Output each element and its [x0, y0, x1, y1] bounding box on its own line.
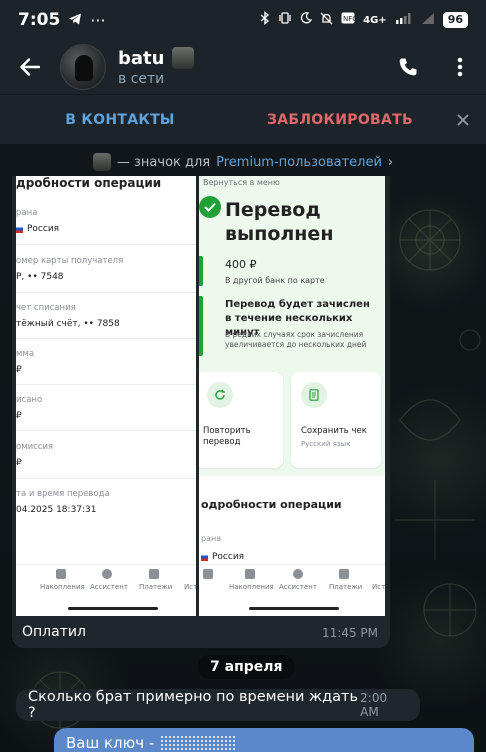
block-user-button[interactable]: ЗАБЛОКИРОВАТЬ [240, 112, 440, 128]
left-row: мма ₽ [16, 349, 35, 375]
savings-icon [245, 569, 255, 579]
receipt-icon [301, 382, 327, 408]
green-accent [199, 296, 203, 356]
nfc-icon: NFC [341, 12, 357, 28]
left-row: рана Россия [16, 208, 60, 234]
chevron-right-icon: › [387, 154, 394, 170]
transfer-notice-sub: В редких случаях срок зачисления увеличи… [225, 330, 367, 349]
status-time: 7:05 [18, 10, 61, 30]
premium-hint-prefix: — значок для [116, 154, 211, 170]
status-bar: 7:05 ··· NFC 4G+ 96 [0, 0, 486, 40]
message-text: Сколько брат примерно по времени ждать ? [28, 689, 358, 721]
network-type: 4G+ [363, 14, 387, 26]
message-time: 2:00 AM [360, 691, 388, 719]
message-text: Ваш ключ - [66, 734, 155, 752]
message-time: 11:45 PM [322, 626, 378, 640]
emoji-status-icon[interactable] [172, 47, 195, 69]
battery-indicator: 96 [442, 12, 468, 28]
avatar[interactable] [60, 44, 106, 90]
add-contact-button[interactable]: В КОНТАКТЫ [0, 112, 240, 128]
back-button[interactable] [0, 40, 60, 94]
spoiler-hidden-text[interactable] [160, 735, 237, 752]
divider [16, 430, 196, 431]
premium-link[interactable]: Premium-пользователей [216, 155, 382, 170]
premium-hint[interactable]: — значок для Premium-пользователей › [0, 144, 486, 180]
save-receipt-card: Сохранить чек Русский язык [291, 372, 381, 468]
divider [16, 244, 196, 245]
svg-text:NFC: NFC [343, 15, 355, 23]
left-row: омер карты получателя Р, •• 7548 [16, 256, 124, 282]
assistant-icon [102, 569, 112, 579]
incoming-message[interactable]: Сколько брат примерно по времени ждать ?… [16, 689, 420, 721]
history-icon [203, 569, 213, 579]
signal-icon-2 [421, 12, 435, 28]
transfer-done-title: Перевод выполнен [225, 199, 334, 245]
call-button[interactable] [382, 40, 434, 94]
divider [16, 478, 196, 479]
bluetooth-icon [260, 11, 270, 29]
russia-flag-icon [201, 553, 208, 561]
more-vertical-icon [457, 57, 463, 77]
left-bottom-nav: Накопления Ассистент Платежи Исто [16, 564, 196, 616]
back-to-menu: Вернуться в меню [203, 178, 280, 187]
payments-icon [149, 569, 159, 579]
receipt-screenshot-left: дробности операции рана Россия омер карт… [16, 176, 196, 616]
vibrate-icon [278, 12, 292, 28]
home-indicator [249, 607, 339, 610]
telegram-icon [68, 11, 82, 30]
arrow-left-icon [20, 58, 40, 76]
emoji-status-icon-small [92, 153, 111, 171]
chat-header: batu в сети [0, 40, 486, 94]
date-separator: 7 апреля [198, 655, 295, 679]
transfer-amount: 400 ₽ [225, 258, 257, 271]
left-row: чет списания тёжный счёт, •• 7858 [16, 303, 120, 329]
assistant-icon [293, 569, 303, 579]
close-icon [457, 113, 469, 126]
right-bottom-nav: Накопления Ассистент Платежи Исто [199, 564, 385, 616]
russia-flag-icon [16, 225, 23, 233]
phone-icon [399, 58, 417, 76]
transfer-amount-sub: В другой банк по карте [225, 276, 325, 285]
repeat-transfer-card: Повторить перевод [199, 372, 283, 468]
online-status: в сети [118, 71, 165, 87]
alarm-off-icon [320, 12, 333, 29]
savings-icon [56, 569, 66, 579]
home-indicator [68, 607, 158, 610]
left-row: та и время перевода 04.2025 18:37:31 [16, 489, 110, 515]
close-bar-button[interactable] [440, 113, 486, 126]
left-title: дробности операции [16, 176, 162, 190]
left-row: омиссия ₽ [16, 442, 54, 468]
left-row: исано ₽ [16, 395, 43, 421]
photo-message[interactable]: дробности операции рана Россия омер карт… [12, 176, 390, 648]
chat-title-block[interactable]: batu в сети [118, 47, 195, 87]
divider [16, 338, 196, 339]
green-accent [199, 256, 203, 286]
divider [16, 292, 196, 293]
receipt-screenshot-right: Вернуться в меню Перевод выполнен 400 ₽ … [199, 176, 385, 616]
photo-caption: Оплатил [22, 624, 86, 640]
moon-icon [300, 12, 313, 28]
contact-name: batu [118, 47, 165, 69]
divider [16, 384, 196, 385]
more-menu-button[interactable] [434, 40, 486, 94]
signal-icon [395, 12, 413, 28]
refresh-icon [207, 382, 233, 408]
report-spam-bar: В КОНТАКТЫ ЗАБЛОКИРОВАТЬ [0, 94, 486, 144]
payments-icon [339, 569, 349, 579]
success-check-icon [199, 196, 221, 218]
outgoing-message[interactable]: Ваш ключ - [54, 728, 474, 752]
status-more: ··· [90, 10, 106, 30]
